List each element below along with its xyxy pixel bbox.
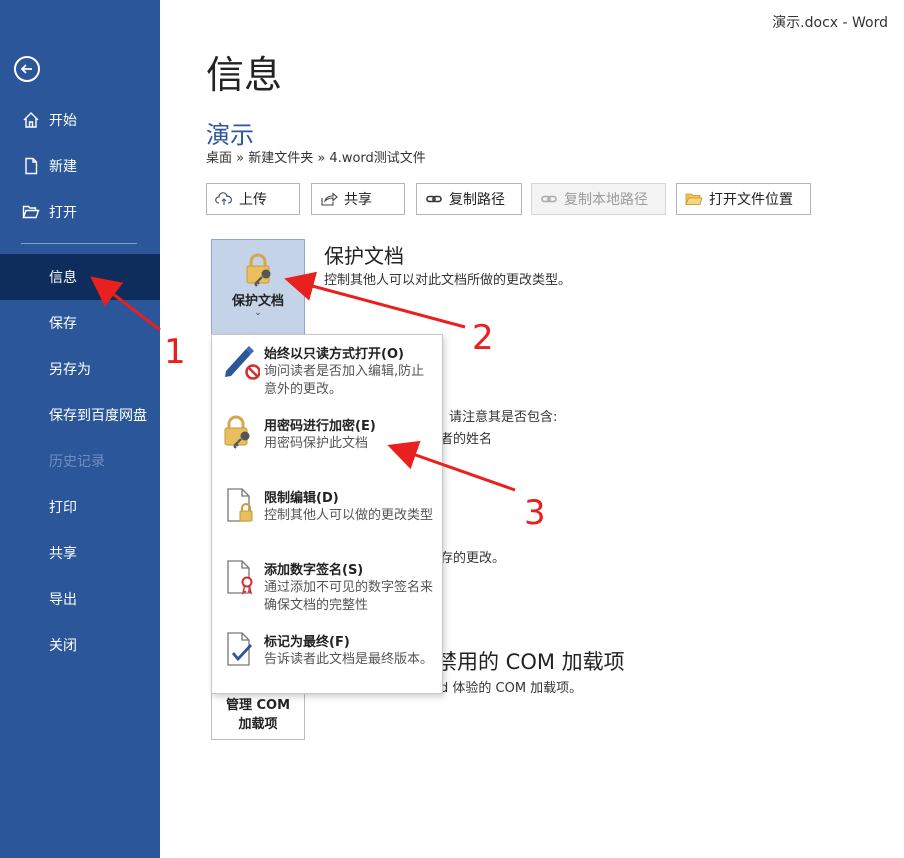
copy-local-path-label: 复制本地路径 xyxy=(564,192,648,208)
new-doc-icon xyxy=(25,157,38,175)
share-label: 共享 xyxy=(344,192,372,208)
menu-item-title: 用密码进行加密(E) xyxy=(264,419,376,434)
home-icon xyxy=(23,112,39,128)
protect-document-description: 控制其他人可以对此文档所做的更改类型。 xyxy=(324,273,572,288)
sidebar-item-label: 开始 xyxy=(49,113,77,129)
menu-item-mark-as-final[interactable]: 标记为最终(F) 告诉读者此文档是最终版本。 xyxy=(212,623,442,693)
sidebar-item-info[interactable]: 信息 xyxy=(0,254,160,300)
page-title: 信息 xyxy=(206,53,283,97)
protect-document-menu: 始终以只读方式打开(O) 询问读者是否加入编辑,防止意外的更改。 用密码进行加密… xyxy=(211,334,443,694)
manage-com-line1: 管理 COM xyxy=(225,698,291,713)
share-icon xyxy=(320,192,338,206)
menu-item-restrict-editing[interactable]: 限制编辑(D) 控制其他人可以做的更改类型 xyxy=(212,479,442,549)
sidebar-item-label: 另存为 xyxy=(49,362,91,378)
inspect-text-fragment: 请注意其是否包含: xyxy=(449,410,558,425)
menu-item-description: 通过添加不可见的数字签名来确保文档的完整性 xyxy=(264,580,434,613)
sidebar-item-label: 打印 xyxy=(49,500,77,516)
menu-item-add-digital-signature[interactable]: 添加数字签名(S) 通过添加不可见的数字签名来确保文档的完整性 xyxy=(212,551,442,621)
versions-text-fragment: 存的更改。 xyxy=(440,551,506,566)
link-icon xyxy=(540,192,558,206)
sidebar-divider xyxy=(21,243,137,244)
pencil-no-icon xyxy=(225,346,260,380)
sidebar-item-label: 历史记录 xyxy=(49,454,105,470)
share-button[interactable]: 共享 xyxy=(311,183,405,215)
open-file-location-button[interactable]: 打开文件位置 xyxy=(676,183,811,215)
sidebar-item-save-as[interactable]: 另存为 xyxy=(0,346,160,392)
sidebar-item-label: 信息 xyxy=(49,270,77,286)
menu-item-always-read-only[interactable]: 始终以只读方式打开(O) 询问读者是否加入编辑,防止意外的更改。 xyxy=(212,335,442,405)
sidebar-item-home[interactable]: 开始 xyxy=(0,97,160,143)
com-addins-heading: 禁用的 COM 加载项 xyxy=(436,650,625,674)
breadcrumb: 桌面 » 新建文件夹 » 4.word测试文件 xyxy=(206,151,426,166)
doc-lock-icon xyxy=(227,488,253,522)
annotation-number-1: 1 xyxy=(164,332,186,372)
backstage-sidebar: 开始 新建 打开 信息 保存 另存为 保存到百度网盘 历史记录 打印 共享 导出… xyxy=(0,0,160,858)
copy-path-label: 复制路径 xyxy=(449,192,505,208)
menu-item-description: 询问读者是否加入编辑,防止意外的更改。 xyxy=(264,364,425,397)
lock-key-icon xyxy=(224,415,250,449)
com-addins-description: d 体验的 COM 加载项。 xyxy=(440,681,583,696)
back-button[interactable] xyxy=(14,56,40,82)
menu-item-description: 控制其他人可以做的更改类型 xyxy=(264,508,434,523)
cloud-upload-icon xyxy=(215,192,233,206)
menu-item-description: 告诉读者此文档是最终版本。 xyxy=(264,652,434,667)
document-title: 演示 xyxy=(206,121,254,149)
sidebar-item-close[interactable]: 关闭 xyxy=(0,622,160,668)
doc-ribbon-icon xyxy=(227,560,253,595)
copy-path-button[interactable]: 复制路径 xyxy=(416,183,522,215)
folder-icon xyxy=(685,192,703,206)
sidebar-item-save-to-baidu[interactable]: 保存到百度网盘 xyxy=(0,392,160,438)
protect-document-button[interactable]: 保护文档 ⌄ xyxy=(211,239,305,335)
open-file-location-label: 打开文件位置 xyxy=(709,192,793,208)
link-icon xyxy=(425,192,443,206)
sidebar-item-save[interactable]: 保存 xyxy=(0,300,160,346)
author-text-fragment: 者的姓名 xyxy=(440,432,493,447)
sidebar-item-new[interactable]: 新建 xyxy=(0,143,160,189)
sidebar-item-label: 导出 xyxy=(49,592,77,608)
sidebar-item-label: 保存到百度网盘 xyxy=(49,408,147,424)
sidebar-item-share[interactable]: 共享 xyxy=(0,530,160,576)
upload-label: 上传 xyxy=(239,192,267,208)
annotation-number-3: 3 xyxy=(524,493,546,533)
upload-button[interactable]: 上传 xyxy=(206,183,300,215)
sidebar-item-label: 打开 xyxy=(49,205,77,221)
menu-item-title: 始终以只读方式打开(O) xyxy=(264,347,404,362)
sidebar-item-label: 共享 xyxy=(49,546,77,562)
menu-item-title: 限制编辑(D) xyxy=(264,491,339,506)
sidebar-item-history: 历史记录 xyxy=(0,438,160,484)
sidebar-item-label: 保存 xyxy=(49,316,77,332)
manage-com-line2: 加载项 xyxy=(238,717,278,732)
sidebar-item-export[interactable]: 导出 xyxy=(0,576,160,622)
window-title: 演示.docx - Word xyxy=(772,15,888,31)
protect-document-label: 保护文档 xyxy=(231,294,284,309)
chevron-down-icon: ⌄ xyxy=(254,308,262,318)
menu-item-encrypt-with-password[interactable]: 用密码进行加密(E) 用密码保护此文档 xyxy=(212,407,442,477)
sidebar-item-label: 关闭 xyxy=(49,638,77,654)
sidebar-item-print[interactable]: 打印 xyxy=(0,484,160,530)
menu-item-title: 标记为最终(F) xyxy=(264,635,350,650)
folder-open-icon xyxy=(22,205,40,219)
protect-document-heading: 保护文档 xyxy=(324,244,404,268)
annotation-number-2: 2 xyxy=(472,318,494,358)
back-arrow-icon xyxy=(20,64,32,74)
menu-item-description: 用密码保护此文档 xyxy=(264,436,369,451)
sidebar-item-label: 新建 xyxy=(49,159,77,175)
doc-check-icon xyxy=(227,632,253,666)
menu-item-title: 添加数字签名(S) xyxy=(264,563,364,578)
copy-local-path-button: 复制本地路径 xyxy=(531,183,666,215)
lock-key-icon xyxy=(246,253,271,287)
sidebar-item-open[interactable]: 打开 xyxy=(0,189,160,235)
